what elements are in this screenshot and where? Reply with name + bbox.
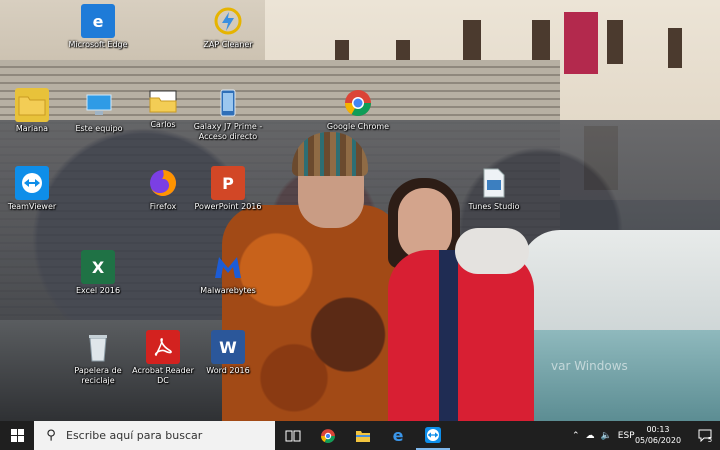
firefox-icon <box>146 166 180 200</box>
windows-logo-icon <box>10 429 24 442</box>
file-icon <box>477 166 511 200</box>
desktop-icon-carlos[interactable]: Carlos <box>128 84 198 130</box>
malwarebytes-icon <box>211 250 245 284</box>
icon-label: Acrobat Reader DC <box>132 366 194 385</box>
search-placeholder: Escribe aquí para buscar <box>66 429 203 442</box>
desktop-icon-acrobat-reader[interactable]: Acrobat Reader DC <box>128 330 198 386</box>
cloud-icon[interactable]: ☁ <box>586 431 595 441</box>
system-tray: ⌃ ☁ 🔈 ESP <box>572 421 635 450</box>
recycle-bin-icon <box>81 330 115 364</box>
icon-label: Microsoft Edge <box>68 40 128 49</box>
taskbar-edge-button[interactable]: e <box>381 421 415 450</box>
icon-label: Firefox <box>149 202 177 211</box>
taskbar-clock[interactable]: 00:13 05/06/2020 <box>632 424 684 446</box>
icon-label: PowerPoint 2016 <box>194 202 262 211</box>
taskbar-teamviewer-button[interactable] <box>416 421 450 450</box>
clock-date: 05/06/2020 <box>634 436 682 445</box>
icon-label: Tunes Studio <box>468 202 520 211</box>
edge-icon: e <box>81 4 115 38</box>
desktop-icon-zap-cleaner[interactable]: ZAP Cleaner <box>193 4 263 50</box>
activation-watermark: var Windows <box>551 359 628 373</box>
desktop-icon-excel-2016[interactable]: X Excel 2016 <box>63 250 133 296</box>
volume-icon[interactable]: 🔈 <box>601 431 612 441</box>
desktop-icon-mariana[interactable]: Mariana <box>0 88 67 134</box>
taskbar-file-explorer-button[interactable] <box>346 421 380 450</box>
start-button[interactable] <box>0 421 34 450</box>
desktop-icon-malwarebytes[interactable]: Malwarebytes <box>193 250 263 296</box>
notification-count: 5 <box>707 435 713 444</box>
icon-label: ZAP Cleaner <box>203 40 253 49</box>
powerpoint-icon: P <box>211 166 245 200</box>
desktop-icon-microsoft-edge[interactable]: e Microsoft Edge <box>63 4 133 50</box>
icon-label: Papelera de reciclaje <box>74 366 122 385</box>
desktop-icon-firefox[interactable]: Firefox <box>128 166 198 212</box>
icon-label: Malwarebytes <box>200 286 256 295</box>
excel-icon: X <box>81 250 115 284</box>
taskbar: ⚲ Escribe aquí para buscar e ⌃ ☁ 🔈 ESP 0… <box>0 421 720 450</box>
desktop-icon-recycle-bin[interactable]: Papelera de reciclaje <box>63 330 133 386</box>
edge-icon: e <box>392 426 404 445</box>
taskbar-chrome-button[interactable] <box>311 421 345 450</box>
icon-label: Google Chrome <box>326 122 390 131</box>
icon-label: Word 2016 <box>206 366 250 375</box>
icon-label: TeamViewer <box>7 202 57 211</box>
icon-label: Este equipo <box>75 124 123 133</box>
task-view-button[interactable] <box>276 421 310 450</box>
icon-label: Galaxy J7 Prime - Acceso directo <box>193 122 263 141</box>
clock-time: 00:13 <box>646 425 670 434</box>
desktop-icon-teamviewer[interactable]: TeamViewer <box>0 166 67 212</box>
chevron-up-icon[interactable]: ⌃ <box>572 431 580 441</box>
word-icon: W <box>211 330 245 364</box>
action-center-button[interactable]: 5 <box>690 421 720 450</box>
icon-label: Mariana <box>15 124 49 133</box>
desktop-icon-este-equipo[interactable]: Este equipo <box>64 88 134 134</box>
teamviewer-icon <box>15 166 49 200</box>
chrome-icon <box>321 428 335 443</box>
icon-label: Excel 2016 <box>75 286 121 295</box>
desktop-icon-galaxy-j7[interactable]: Galaxy J7 Prime - Acceso directo <box>193 86 263 142</box>
icon-label: Carlos <box>150 120 176 129</box>
search-icon: ⚲ <box>46 428 56 443</box>
chrome-icon <box>341 86 375 120</box>
desktop-icon-google-chrome[interactable]: Google Chrome <box>323 86 393 132</box>
desktop-icon-powerpoint-2016[interactable]: P PowerPoint 2016 <box>193 166 263 212</box>
phone-icon <box>211 86 245 120</box>
desktop-icon-tunes-studio[interactable]: Tunes Studio <box>459 166 529 212</box>
taskbar-search-box[interactable]: ⚲ Escribe aquí para buscar <box>34 421 275 450</box>
folder-icon <box>356 430 370 442</box>
task-view-icon <box>285 430 301 441</box>
zap-cleaner-icon <box>211 4 245 38</box>
computer-icon <box>82 88 116 122</box>
acrobat-icon <box>146 330 180 364</box>
folder-icon <box>146 84 180 118</box>
teamviewer-icon <box>425 426 441 443</box>
folder-icon <box>15 88 49 122</box>
desktop-icon-word-2016[interactable]: W Word 2016 <box>193 330 263 376</box>
